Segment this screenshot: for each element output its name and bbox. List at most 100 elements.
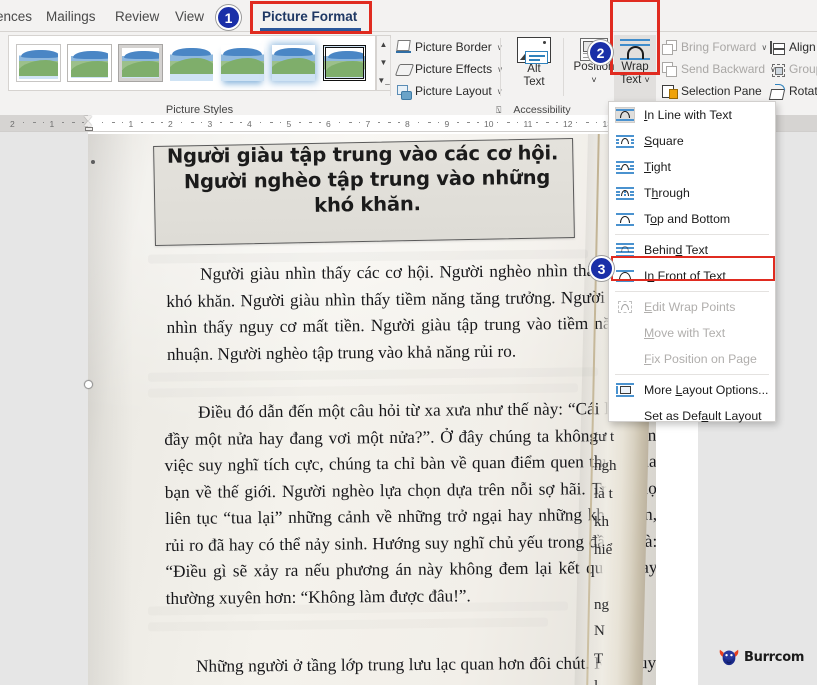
group-label: Group <box>789 62 817 76</box>
ruler-tick-label: 12 <box>563 119 573 129</box>
ruler-tick-mark <box>388 122 392 124</box>
align-commands-column: Align ∨ Group Rotate <box>770 36 817 102</box>
tab-view[interactable]: View <box>175 6 204 28</box>
ruler-tick-mark <box>32 122 35 124</box>
picture-effects-button[interactable]: Picture Effects ∨ <box>396 58 503 80</box>
inserted-picture[interactable]: Người giàu tập trung vào các cơ hội. Ngư… <box>88 134 656 685</box>
tab-references[interactable]: ences <box>0 6 32 28</box>
ribbon-separator <box>390 38 391 96</box>
ruler-tick-mark <box>536 122 538 124</box>
ribbon-tab-strip: ences Mailings Review View H Picture For… <box>0 0 817 32</box>
ruler-tick-mark <box>121 122 124 124</box>
wrap-text-dropdown-menu[interactable]: In Line with Text Square Tight Through T… <box>608 101 776 423</box>
menu-item-in-front-of-text[interactable]: In Front of Text <box>609 263 775 289</box>
picture-layout-button[interactable]: Picture Layout ∨ <box>396 80 503 102</box>
ruler-tick-mark <box>338 122 341 124</box>
ruler-tick-mark <box>200 122 203 124</box>
rotate-button[interactable]: Rotate <box>770 80 817 102</box>
menu-item-label: Top and Bottom <box>644 212 731 226</box>
menu-separator <box>615 234 769 235</box>
menu-item-label: Fix Position on Page <box>644 352 757 366</box>
ruler-tick-label: 8 <box>405 119 410 129</box>
picture-style-thumb[interactable] <box>118 44 163 82</box>
menu-separator <box>615 291 769 292</box>
gallery-scroll-buttons[interactable]: ▲ ▼ ▼_ <box>376 35 391 91</box>
menu-item-set-as-default-layout[interactable]: Set as Default Layout <box>609 403 775 429</box>
tab-picture-format[interactable]: Picture Format <box>262 6 357 28</box>
menu-item-edit-wrap-points[interactable]: Edit Wrap Points <box>609 294 775 320</box>
menu-separator <box>615 374 769 375</box>
fragment: l <box>594 679 598 685</box>
menu-item-label: Set as Default Layout <box>644 409 762 423</box>
ruler-tick-mark <box>477 122 479 124</box>
chevron-up-icon[interactable]: ▲ <box>377 36 390 54</box>
menu-item-more-layout-options[interactable]: More Layout Options... <box>609 377 775 403</box>
left-middle-handle[interactable] <box>84 380 93 389</box>
picture-border-button[interactable]: Picture Border ∨ <box>396 36 503 58</box>
top-rotation-dot[interactable] <box>91 160 95 164</box>
menu-item-square[interactable]: Square <box>609 128 775 154</box>
book-paragraph: Người giàu nhìn thấy các cơ hội. Người n… <box>166 260 653 364</box>
menu-item-through[interactable]: Through <box>609 180 775 206</box>
ruler-tick-mark <box>348 122 352 124</box>
menu-item-in-line-with-text[interactable]: In Line with Text <box>609 102 775 128</box>
picture-style-thumb[interactable] <box>272 45 315 81</box>
ruler-tick-mark <box>72 122 76 124</box>
chevron-down-icon[interactable]: ˅ <box>645 75 650 85</box>
hanging-indent-marker[interactable] <box>84 115 93 131</box>
ruler-tick-mark <box>467 122 471 124</box>
bring-forward-icon <box>662 39 677 55</box>
ruler-tick-mark <box>230 122 234 124</box>
menu-item-top-and-bottom[interactable]: Top and Bottom <box>609 206 775 232</box>
selection-pane-label: Selection Pane <box>681 84 762 98</box>
chevron-down-icon[interactable]: ˅ <box>591 74 596 87</box>
ruler-tick-mark <box>546 122 550 124</box>
picture-styles-gallery[interactable] <box>8 35 376 91</box>
align-button[interactable]: Align ∨ <box>770 36 817 58</box>
wrap-text-label-line1: Wrap <box>621 61 649 73</box>
ruler-tick-mark <box>111 122 115 124</box>
fragment: tư t <box>594 429 615 445</box>
ruler-tick-label: 1 <box>128 119 134 129</box>
tab-mailings[interactable]: Mailings <box>46 6 96 28</box>
ruler-tick-mark <box>259 122 262 124</box>
bull-head-logo <box>719 649 739 666</box>
ruler-tick-label: 1 <box>49 119 55 129</box>
ruler-tick-mark <box>398 122 400 124</box>
picture-style-thumb[interactable] <box>221 45 264 81</box>
alt-text-button[interactable]: Alt Text <box>508 36 560 98</box>
ruler-tick-mark <box>427 122 431 124</box>
picture-style-thumb[interactable] <box>67 44 112 82</box>
wrap-through-icon <box>616 186 634 200</box>
menu-item-move-with-text[interactable]: Move with Text <box>609 320 775 346</box>
ruler-tick-mark <box>516 122 519 124</box>
chevron-down-icon[interactable]: ▼ <box>377 54 390 72</box>
picture-layout-label: Picture Layout <box>415 84 492 98</box>
fragment: kh <box>594 514 609 530</box>
group-button[interactable]: Group <box>770 58 817 80</box>
more-styles-icon[interactable]: ▼_ <box>377 72 390 90</box>
picture-effects-icon <box>396 62 411 77</box>
fragment: là t <box>594 486 613 502</box>
ruler-tick-mark <box>220 122 222 124</box>
menu-item-behind-text[interactable]: Behind Text <box>609 237 775 263</box>
ruler-tick-mark <box>309 122 313 124</box>
menu-item-label: In Front of Text <box>644 269 726 283</box>
ruler-tick-label: 3 <box>207 119 213 129</box>
selection-pane-icon <box>662 84 678 99</box>
picture-border-icon <box>396 40 411 55</box>
picture-style-thumb[interactable] <box>323 45 366 81</box>
ruler-tick-mark <box>378 122 380 124</box>
menu-item-label: Edit Wrap Points <box>644 300 736 314</box>
chevron-down-icon[interactable]: ∨ <box>761 43 767 52</box>
menu-item-tight[interactable]: Tight <box>609 154 775 180</box>
menu-item-fix-position-on-page[interactable]: Fix Position on Page <box>609 346 775 372</box>
picture-commands-column: Picture Border ∨ Picture Effects ∨ Pictu… <box>396 36 503 102</box>
ruler-tick-mark <box>496 122 499 124</box>
picture-style-thumb[interactable] <box>170 45 213 81</box>
ruler-tick-label: 2 <box>168 119 173 129</box>
tab-review[interactable]: Review <box>115 6 159 28</box>
ruler-tick-label: 7 <box>365 119 371 129</box>
wrap-text-button[interactable]: Wrap Text ˅ <box>614 35 656 103</box>
picture-style-thumb[interactable] <box>16 44 61 82</box>
